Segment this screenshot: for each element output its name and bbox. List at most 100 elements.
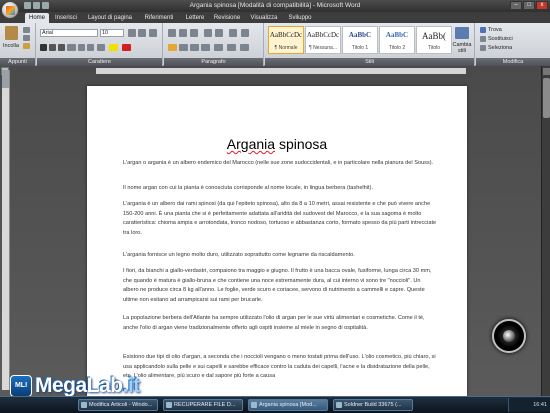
- find-label[interactable]: Trova: [488, 27, 502, 33]
- style-nessuna-spaziatura[interactable]: AaBbCcDc ¶ Nessuna...: [305, 26, 341, 54]
- paragraph-1[interactable]: L'argan o argania è un albero endemico d…: [123, 159, 437, 169]
- decrease-indent-icon[interactable]: [204, 29, 212, 37]
- paragraph-4[interactable]: L'argania fornisce un legno molto duro, …: [123, 251, 437, 261]
- office-logo-icon: [6, 6, 15, 15]
- taskbar-item-word[interactable]: Argania spinosa [Mod...: [248, 399, 328, 411]
- font-name-select[interactable]: Arial: [40, 29, 98, 37]
- strikethrough-icon[interactable]: [67, 44, 76, 51]
- tab-home[interactable]: Home: [25, 13, 49, 23]
- paste-label[interactable]: Incolla: [3, 43, 19, 49]
- grow-font-icon[interactable]: [128, 29, 136, 37]
- select-label[interactable]: Seleziona: [488, 45, 512, 51]
- increase-indent-icon[interactable]: [215, 29, 223, 37]
- paragraph-3[interactable]: L'argania è un albero dai rami spinosi (…: [123, 200, 437, 238]
- style-sample: AaBbCcDc: [269, 31, 303, 39]
- system-tray-clock[interactable]: 16:41: [508, 398, 550, 412]
- style-name: ¶ Normale: [274, 45, 298, 51]
- taskbar-item-soldner[interactable]: Soldner Build 33675 (...: [333, 399, 413, 411]
- italic-icon[interactable]: [49, 44, 56, 51]
- style-name: Titolo 2: [388, 45, 406, 51]
- title-word-argania: Argania: [226, 136, 276, 152]
- taskbar-item-recuperare[interactable]: RECUPERARE FILE D...: [163, 399, 243, 411]
- horizontal-ruler[interactable]: [96, 68, 466, 74]
- line-spacing-icon[interactable]: [214, 44, 223, 51]
- bullets-icon[interactable]: [168, 29, 176, 37]
- media-orb-icon[interactable]: [492, 319, 526, 353]
- vertical-ruler[interactable]: [2, 70, 10, 390]
- sort-icon[interactable]: [229, 29, 237, 37]
- group-label-font: Carattere: [37, 58, 162, 66]
- style-titolo-2[interactable]: AaBbC Titolo 2: [379, 26, 415, 54]
- style-name: Titolo: [427, 45, 441, 51]
- document-title: Argania spinosa: [87, 136, 467, 152]
- style-titolo-1[interactable]: AaBbC Titolo 1: [342, 26, 378, 54]
- justify-icon[interactable]: [201, 44, 210, 51]
- group-paragraph: Paragrafo: [164, 23, 264, 66]
- highlight-icon[interactable]: [109, 44, 118, 51]
- wordmark-left: MegaLab: [35, 374, 123, 397]
- taskbar-item-modifica[interactable]: Modifica Articoli - Windo...: [78, 399, 158, 411]
- change-styles-label[interactable]: Cambia stili: [451, 42, 473, 54]
- vertical-scrollbar[interactable]: [541, 66, 550, 396]
- minimize-button[interactable]: –: [510, 1, 522, 10]
- align-center-icon[interactable]: [179, 44, 188, 51]
- group-editing: Trova Sostituisci Seleziona Modifica: [476, 23, 550, 66]
- change-styles-icon[interactable]: [455, 27, 469, 39]
- scrollbar-thumb[interactable]: [543, 78, 550, 118]
- tab-lettere[interactable]: Lettere: [182, 13, 208, 23]
- borders-icon[interactable]: [240, 44, 249, 51]
- office-button[interactable]: [1, 1, 19, 19]
- tab-sviluppo[interactable]: Sviluppo: [285, 13, 315, 23]
- megalab-wordmark: MegaLab.it: [35, 374, 140, 398]
- megalab-logo-icon: MLI: [10, 375, 32, 397]
- font-size-select[interactable]: 10: [100, 29, 124, 37]
- document-page[interactable]: Argania spinosa L'argan o argania è un a…: [87, 86, 467, 396]
- tab-revisione[interactable]: Revisione: [211, 13, 243, 23]
- cut-icon[interactable]: [23, 27, 30, 33]
- paragraph-2[interactable]: Il nome argan con cui la pianta è conosc…: [123, 184, 437, 194]
- copy-icon[interactable]: [23, 35, 30, 41]
- paragraph-7[interactable]: Esistono due tipi di olio d'argan, a sec…: [123, 353, 437, 382]
- multilevel-list-icon[interactable]: [190, 29, 198, 37]
- underline-icon[interactable]: [58, 44, 65, 51]
- paragraph-5[interactable]: I fiori, da bianchi a giallo-verdastri, …: [123, 267, 437, 305]
- ribbon-tabs: Home Inserisci Layout di pagina Riferime…: [0, 12, 550, 23]
- tab-riferimenti[interactable]: Riferimenti: [139, 13, 179, 23]
- tab-inserisci[interactable]: Inserisci: [51, 13, 81, 23]
- align-right-icon[interactable]: [190, 44, 199, 51]
- scroll-up-icon[interactable]: [543, 68, 550, 75]
- style-titolo[interactable]: AaBb( Titolo: [416, 26, 452, 54]
- change-case-icon[interactable]: [97, 44, 105, 51]
- wordmark-right: .it: [122, 374, 141, 397]
- format-painter-icon[interactable]: [23, 43, 30, 49]
- group-font: Arial 10 Carattere: [37, 23, 163, 66]
- close-button[interactable]: x: [536, 1, 548, 10]
- group-label-styles: Stili: [265, 58, 474, 66]
- bold-icon[interactable]: [40, 44, 47, 51]
- window-title: Argania spinosa [Modalità di compatibili…: [189, 2, 361, 9]
- replace-label[interactable]: Sostituisci: [488, 36, 513, 42]
- shrink-font-icon[interactable]: [138, 29, 146, 37]
- paragraph-6[interactable]: La popolazione berbera dell'Atlante ha s…: [123, 314, 437, 333]
- paste-icon[interactable]: [5, 26, 18, 40]
- superscript-icon[interactable]: [87, 44, 94, 51]
- style-normale[interactable]: AaBbCcDc ¶ Normale: [268, 26, 304, 54]
- tab-visualizza[interactable]: Visualizza: [247, 13, 281, 23]
- ruler-margin: [2, 70, 9, 88]
- font-color-icon[interactable]: [122, 44, 131, 51]
- numbering-icon[interactable]: [179, 29, 187, 37]
- group-label-clipboard: Appunti: [0, 58, 35, 66]
- show-hide-icon[interactable]: [241, 29, 249, 37]
- clear-formatting-icon[interactable]: [149, 29, 157, 37]
- title-rest: spinosa: [278, 136, 328, 152]
- subscript-icon[interactable]: [78, 44, 85, 51]
- style-sample: AaBb(: [422, 31, 446, 41]
- find-icon[interactable]: [480, 27, 486, 33]
- align-left-icon[interactable]: [168, 44, 177, 51]
- select-icon[interactable]: [480, 45, 486, 51]
- replace-icon[interactable]: [480, 36, 486, 42]
- shading-icon[interactable]: [227, 44, 236, 51]
- maximize-button[interactable]: □: [523, 1, 535, 10]
- tab-layout[interactable]: Layout di pagina: [85, 13, 135, 23]
- style-name: Titolo 1: [351, 45, 369, 51]
